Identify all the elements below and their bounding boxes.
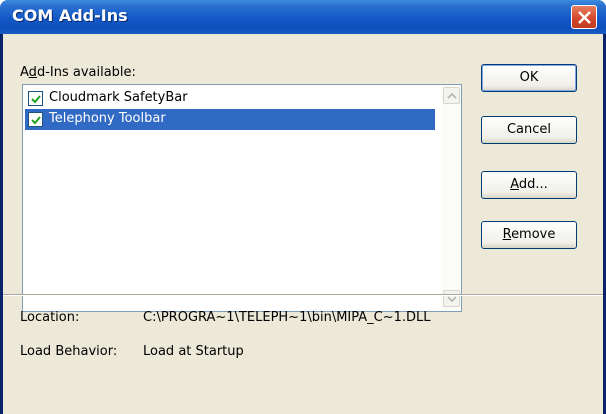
cancel-button[interactable]: Cancel xyxy=(481,116,577,144)
separator-highlight xyxy=(3,295,603,296)
close-button[interactable] xyxy=(571,5,597,29)
close-icon xyxy=(578,11,591,24)
scroll-down-button[interactable] xyxy=(443,290,460,307)
addins-listbox[interactable]: Cloudmark SafetyBar Telephony Toolbar xyxy=(22,84,462,312)
remove-button[interactable]: Remove xyxy=(481,221,577,249)
list-item-telephony-toolbar[interactable]: Telephony Toolbar xyxy=(25,109,435,130)
dialog-body: Add-Ins available: Cloudmark SafetyBar T… xyxy=(3,34,603,414)
window-title: COM Add-Ins xyxy=(12,6,128,25)
title-bar[interactable]: COM Add-Ins xyxy=(0,0,606,34)
ok-button[interactable]: OK xyxy=(481,64,577,92)
addin-checkbox[interactable] xyxy=(28,91,43,106)
com-addins-dialog: COM Add-Ins Add-Ins available: Cloudmark… xyxy=(0,0,606,414)
addin-label: Telephony Toolbar xyxy=(49,111,166,126)
location-label: Location: xyxy=(20,310,80,325)
list-item-cloudmark-safetybar[interactable]: Cloudmark SafetyBar xyxy=(25,88,435,109)
location-value: C:\PROGRA~1\TELEPH~1\bin\MIPA_C~1.DLL xyxy=(143,310,431,325)
scroll-up-button[interactable] xyxy=(443,87,460,104)
checkmark-icon xyxy=(31,95,41,104)
load-behavior-value: Load at Startup xyxy=(143,344,244,359)
chevron-up-icon xyxy=(447,92,457,99)
addin-checkbox[interactable] xyxy=(28,112,43,127)
addin-label: Cloudmark SafetyBar xyxy=(49,90,188,105)
load-behavior-label: Load Behavior: xyxy=(20,344,118,359)
addins-available-label: Add-Ins available: xyxy=(20,65,136,80)
checkmark-icon xyxy=(31,116,41,125)
vertical-scrollbar[interactable] xyxy=(441,85,461,311)
add-button[interactable]: Add... xyxy=(481,171,577,199)
